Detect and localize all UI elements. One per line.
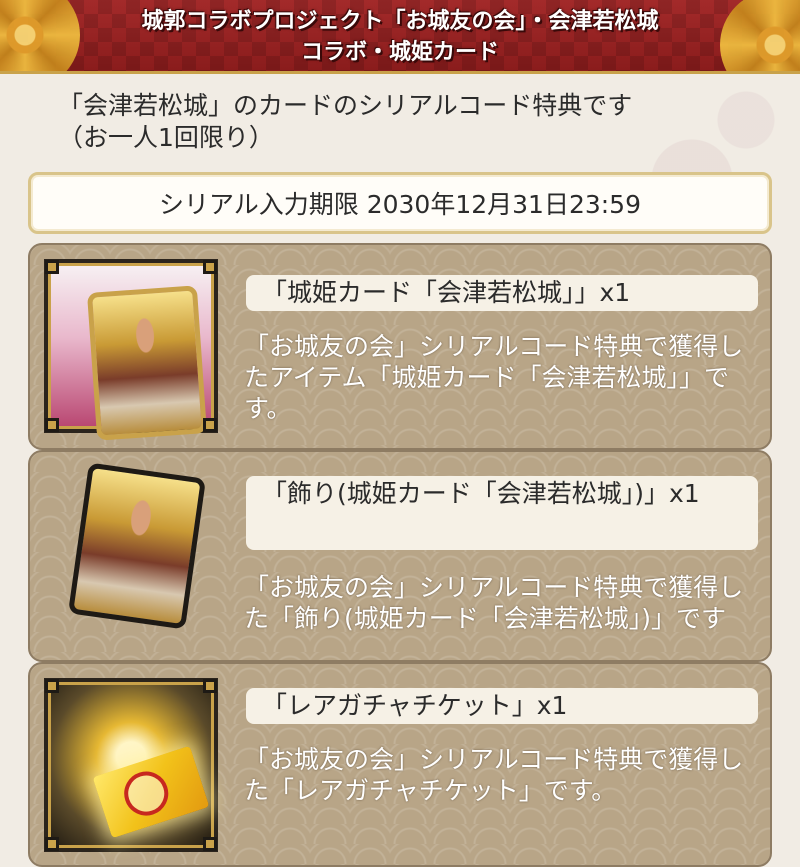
page-header: 城郭コラボプロジェクト「お城友の会」・会津若松城 コラボ・城姫カード: [0, 0, 800, 74]
rare-gacha-ticket-icon: [92, 745, 210, 839]
gold-flower-icon: [720, 0, 800, 71]
intro-line1: 「会津若松城」のカードのシリアルコード特典です: [58, 91, 633, 120]
frame-corner: [45, 837, 59, 851]
frame-corner: [203, 260, 217, 274]
reward-description: 「お城友の会」シリアルコード特典で獲得した「飾り(城姫カード「会津若松城」)」で…: [244, 573, 744, 633]
page-title-line2: コラボ・城姫カード: [300, 40, 499, 65]
reward-description: 「お城友の会」シリアルコード特典で獲得したアイテム「城姫カード「会津若松城」」で…: [244, 332, 744, 423]
reward-title: 「城姫カード「会津若松城」」x1: [246, 275, 758, 311]
page-title-line1: 城郭コラボプロジェクト「お城友の会」・会津若松城: [141, 9, 659, 34]
serial-deadline-box: シリアル入力期限 2030年12月31日23:59: [28, 172, 772, 234]
frame-corner: [203, 679, 217, 693]
reward-thumbnail: [44, 259, 218, 441]
reward-item: 「レアガチャチケット」x1 「お城友の会」シリアルコード特典で獲得した「レアガチ…: [28, 662, 772, 867]
frame-corner: [45, 260, 59, 274]
reward-title: 「レアガチャチケット」x1: [246, 688, 758, 724]
reward-item: 「城姫カード「会津若松城」」x1 「お城友の会」シリアルコード特典で獲得したアイ…: [28, 243, 772, 450]
intro-line2: （お一人1回限り）: [58, 123, 274, 152]
ticket-emblem-icon: [118, 765, 174, 822]
reward-description: 「お城友の会」シリアルコード特典で獲得した「レアガチャチケット」です。: [244, 745, 744, 805]
page-title: 城郭コラボプロジェクト「お城友の会」・会津若松城 コラボ・城姫カード: [90, 6, 710, 68]
frame-corner: [203, 837, 217, 851]
castle-princess-card-icon: [86, 285, 208, 441]
reward-thumbnail: [44, 678, 218, 852]
decoration-card-icon: [67, 462, 207, 630]
intro-text: 「会津若松城」のカードのシリアルコード特典です （お一人1回限り）: [58, 90, 758, 154]
frame-corner: [45, 418, 59, 432]
gold-flower-icon: [0, 0, 80, 71]
serial-deadline-text: シリアル入力期限 2030年12月31日23:59: [159, 190, 641, 219]
reward-title: 「飾り(城姫カード「会津若松城」)」x1: [246, 476, 758, 550]
frame-corner: [45, 679, 59, 693]
frame-corner: [203, 418, 217, 432]
reward-item: 「飾り(城姫カード「会津若松城」)」x1 「お城友の会」シリアルコード特典で獲得…: [28, 450, 772, 662]
